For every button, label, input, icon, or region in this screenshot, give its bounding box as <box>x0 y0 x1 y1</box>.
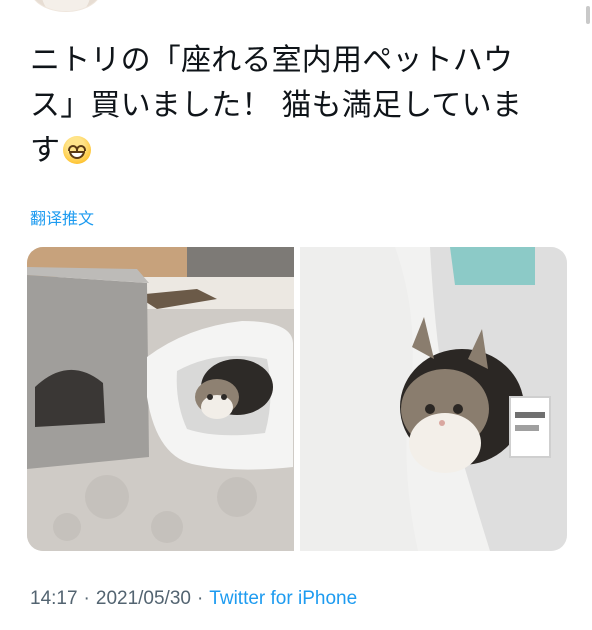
tweet-date[interactable]: 2021/05/30 <box>96 588 191 609</box>
photo-2-image <box>300 247 567 551</box>
translate-tweet-link[interactable]: 翻译推文 <box>30 209 94 229</box>
tweet-text-line-3-text: す <box>30 133 61 168</box>
tweet-text-line-3: す <box>30 128 570 173</box>
scrollbar[interactable] <box>586 6 590 24</box>
avatar[interactable] <box>30 0 102 12</box>
tweet-text-line-1: ニトリの「座れる室内用ペットハウ <box>30 43 514 78</box>
tweet-time[interactable]: 14:17 <box>30 588 78 609</box>
media-grid <box>27 247 567 551</box>
photo-1-image <box>27 247 294 551</box>
tweet-source-link[interactable]: Twitter for iPhone <box>209 588 357 609</box>
tweet-meta: 14:17 · 2021/05/30 · Twitter for iPhone <box>30 586 357 612</box>
photo-2[interactable] <box>300 247 567 551</box>
meta-separator-2: · <box>196 588 204 609</box>
grinning-face-emoji-icon <box>63 136 92 164</box>
tweet-text: ニトリの「座れる室内用ペットハウ ス」買いました！ 猫も満足していま す <box>30 38 570 173</box>
tweet-text-line-2: ス」買いました！ 猫も満足していま <box>30 88 523 123</box>
meta-separator: · <box>83 588 90 609</box>
photo-1[interactable] <box>27 247 294 551</box>
